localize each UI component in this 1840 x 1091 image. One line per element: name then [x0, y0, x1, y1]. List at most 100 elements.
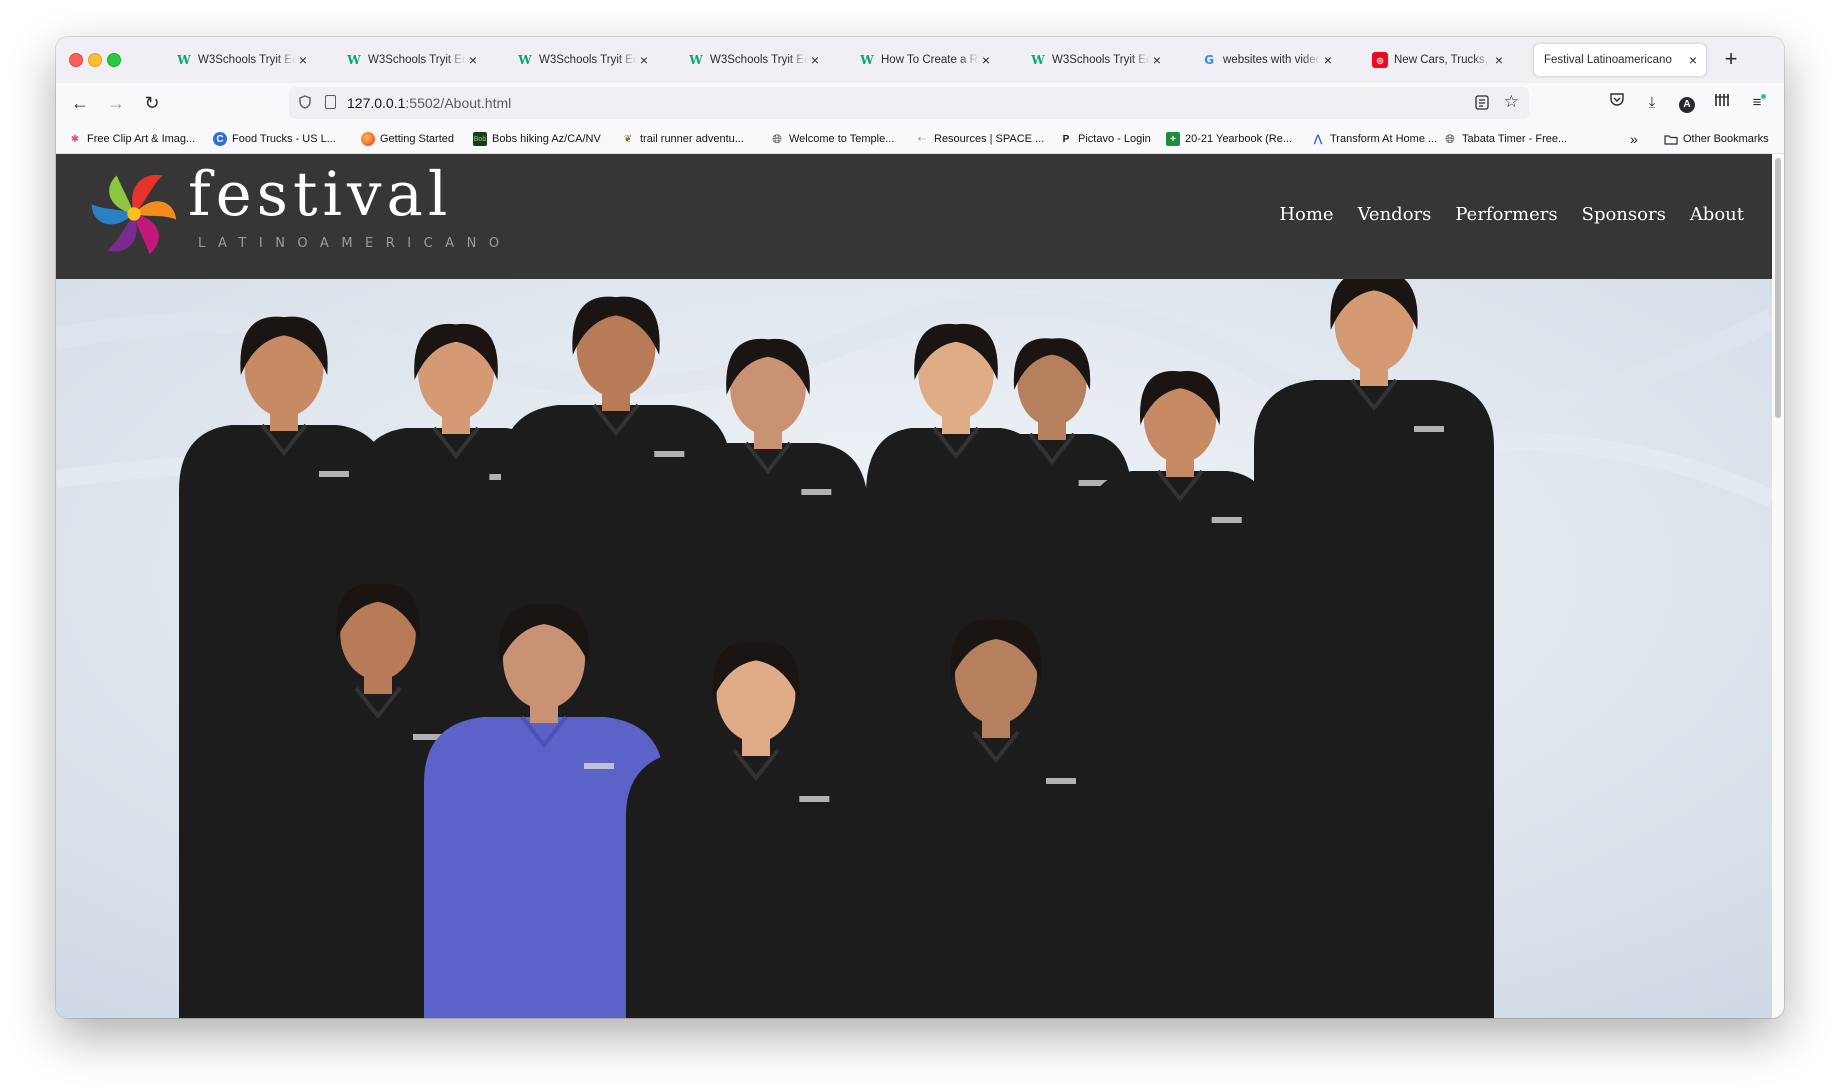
- nav-link-performers[interactable]: Performers: [1455, 204, 1557, 225]
- page-viewport: festival LATINOAMERICANO Home Vendors Pe…: [56, 154, 1772, 1018]
- people-figures: [179, 279, 1494, 1018]
- bookmark-bobs-hiking[interactable]: Bob Bobs hiking Az/CA/NV: [473, 131, 601, 147]
- bob-badge-icon: Bob: [473, 132, 487, 146]
- close-tab-icon[interactable]: ×: [1150, 52, 1164, 68]
- reload-button[interactable]: ↻: [140, 91, 164, 115]
- firefox-icon: [361, 132, 375, 146]
- close-tab-icon[interactable]: ×: [1492, 52, 1506, 68]
- bookmarks-overflow-chevron-icon[interactable]: »: [1630, 131, 1638, 147]
- close-tab-icon[interactable]: ×: [979, 52, 993, 68]
- bookmark-trail-runner[interactable]: ❦ trail runner adventu...: [621, 131, 744, 147]
- nav-link-sponsors[interactable]: Sponsors: [1582, 204, 1666, 225]
- bookmark-pictavo[interactable]: P Pictavo - Login: [1059, 131, 1151, 147]
- reader-view-icon[interactable]: [1475, 95, 1489, 110]
- tab-w3schools-5[interactable]: W W3Schools Tryit Editor ×: [1022, 44, 1170, 76]
- bookmark-welcome-temple[interactable]: 🌐︎ Welcome to Temple...: [770, 131, 894, 147]
- site-header: festival LATINOAMERICANO Home Vendors Pe…: [56, 154, 1772, 279]
- tab-title: W3Schools Tryit Editor: [1052, 54, 1150, 66]
- bookmark-label: Tabata Timer - Free...: [1462, 133, 1568, 145]
- zoom-window-button[interactable]: [107, 53, 121, 67]
- w3schools-icon: W: [860, 53, 874, 67]
- logo-wordmark[interactable]: festival: [188, 164, 452, 225]
- tab-title: W3Schools Tryit Editor: [710, 54, 808, 66]
- tab-festival-latinoamericano[interactable]: Festival Latinoamericano ×: [1534, 44, 1706, 76]
- bookmark-label: Resources | SPACE ...: [934, 133, 1045, 145]
- tab-w3schools-1[interactable]: W W3Schools Tryit Editor ×: [168, 44, 316, 76]
- c-circle-icon: C: [213, 132, 227, 146]
- person-figure: [1254, 279, 1494, 1018]
- w3schools-icon: W: [177, 53, 191, 67]
- tab-w3schools-4[interactable]: W W3Schools Tryit Editor ×: [680, 44, 828, 76]
- bookmark-label: Food Trucks - US L...: [232, 133, 336, 145]
- close-tab-icon[interactable]: ×: [1686, 52, 1700, 68]
- navigation-toolbar: ← → ↻ 127.0.0.1:5502/About.html ☆ ⤓ A ≡: [56, 83, 1784, 123]
- tab-google-search[interactable]: G websites with video h ×: [1193, 44, 1341, 76]
- pinwheel-icon: ✱: [70, 133, 80, 145]
- bookmark-free-clip-art[interactable]: ✱ Free Clip Art & Imag...: [68, 131, 195, 147]
- bookmark-tabata-timer[interactable]: 🌐︎ Tabata Timer - Free...: [1443, 131, 1567, 147]
- bookmark-label: Getting Started: [380, 133, 454, 145]
- tab-w3schools-2[interactable]: W W3Schools Tryit Editor ×: [338, 44, 486, 76]
- w3schools-icon: W: [518, 53, 532, 67]
- arrows-icon: ⇠: [917, 133, 927, 145]
- tab-title: websites with video h: [1223, 54, 1321, 66]
- address-bar[interactable]: 127.0.0.1:5502/About.html ☆: [289, 87, 1529, 119]
- forward-button[interactable]: →: [104, 91, 128, 115]
- library-icon[interactable]: [1711, 92, 1733, 114]
- bookmark-label: Free Clip Art & Imag...: [87, 133, 196, 145]
- w3schools-icon: W: [347, 53, 361, 67]
- toyota-icon: ◎: [1372, 52, 1388, 68]
- google-icon: G: [1204, 53, 1214, 67]
- close-window-button[interactable]: [69, 53, 83, 67]
- nav-link-home[interactable]: Home: [1279, 204, 1333, 225]
- bookmark-resources-space[interactable]: ⇠ Resources | SPACE ...: [915, 131, 1044, 147]
- scrollbar-thumb[interactable]: [1775, 158, 1781, 418]
- globe-icon: 🌐︎: [772, 131, 782, 146]
- tab-toyota[interactable]: ◎ New Cars, Trucks, SU ×: [1364, 44, 1512, 76]
- bookmark-food-trucks[interactable]: C Food Trucks - US L...: [213, 131, 336, 147]
- page-info-icon[interactable]: [325, 95, 336, 109]
- a-logo-icon: ⋀: [1313, 133, 1323, 145]
- back-button[interactable]: ←: [68, 91, 92, 115]
- page-scrollbar[interactable]: [1772, 154, 1784, 1018]
- site-nav: Home Vendors Performers Sponsors About: [1279, 204, 1744, 225]
- tab-title: How To Create a Responsive: [881, 54, 979, 66]
- tab-title: W3Schools Tryit Editor: [368, 54, 466, 66]
- minimize-window-button[interactable]: [88, 53, 102, 67]
- downloads-icon[interactable]: ⤓: [1641, 92, 1663, 114]
- bookmarks-toolbar: ✱ Free Clip Art & Imag... C Food Trucks …: [56, 123, 1784, 154]
- tab-how-to-create[interactable]: W How To Create a Responsive ×: [851, 44, 999, 76]
- plus-green-icon: +: [1166, 132, 1180, 146]
- close-tab-icon[interactable]: ×: [808, 52, 822, 68]
- url-text[interactable]: 127.0.0.1:5502/About.html: [347, 95, 511, 111]
- close-tab-icon[interactable]: ×: [296, 52, 310, 68]
- nav-link-vendors[interactable]: Vendors: [1358, 204, 1432, 225]
- festival-logo-mark[interactable]: [86, 162, 182, 262]
- pictavo-icon: P: [1062, 133, 1070, 145]
- close-tab-icon[interactable]: ×: [466, 52, 480, 68]
- bookmark-transform-at-home[interactable]: ⋀ Transform At Home ...: [1311, 131, 1437, 147]
- tab-title: New Cars, Trucks, SU: [1394, 54, 1492, 66]
- logo-tagline: LATINOAMERICANO: [198, 236, 512, 251]
- close-tab-icon[interactable]: ×: [637, 52, 651, 68]
- pocket-icon[interactable]: [1606, 92, 1628, 114]
- bookmark-label: 20-21 Yearbook (Re...: [1185, 133, 1293, 145]
- new-tab-button[interactable]: +: [1718, 47, 1744, 73]
- nav-link-about[interactable]: About: [1690, 204, 1744, 225]
- tab-title: W3Schools Tryit Editor: [539, 54, 637, 66]
- bookmark-getting-started[interactable]: Getting Started: [361, 131, 454, 147]
- bookmark-yearbook[interactable]: + 20-21 Yearbook (Re...: [1166, 131, 1292, 147]
- account-icon[interactable]: A: [1676, 92, 1698, 114]
- tab-w3schools-3[interactable]: W W3Schools Tryit Editor ×: [509, 44, 657, 76]
- shield-icon[interactable]: [299, 95, 311, 109]
- close-tab-icon[interactable]: ×: [1321, 52, 1335, 68]
- globe-icon: 🌐︎: [1445, 131, 1455, 146]
- other-bookmarks-label: Other Bookmarks: [1683, 133, 1769, 145]
- bookmark-label: Welcome to Temple...: [789, 133, 895, 145]
- folder-icon: [1664, 132, 1678, 146]
- menu-icon[interactable]: ≡: [1746, 92, 1768, 114]
- team-group-photo: [56, 279, 1772, 1018]
- bookmark-star-icon[interactable]: ☆: [1504, 92, 1519, 112]
- tab-title: W3Schools Tryit Editor: [198, 54, 296, 66]
- other-bookmarks-folder[interactable]: Other Bookmarks: [1664, 131, 1769, 147]
